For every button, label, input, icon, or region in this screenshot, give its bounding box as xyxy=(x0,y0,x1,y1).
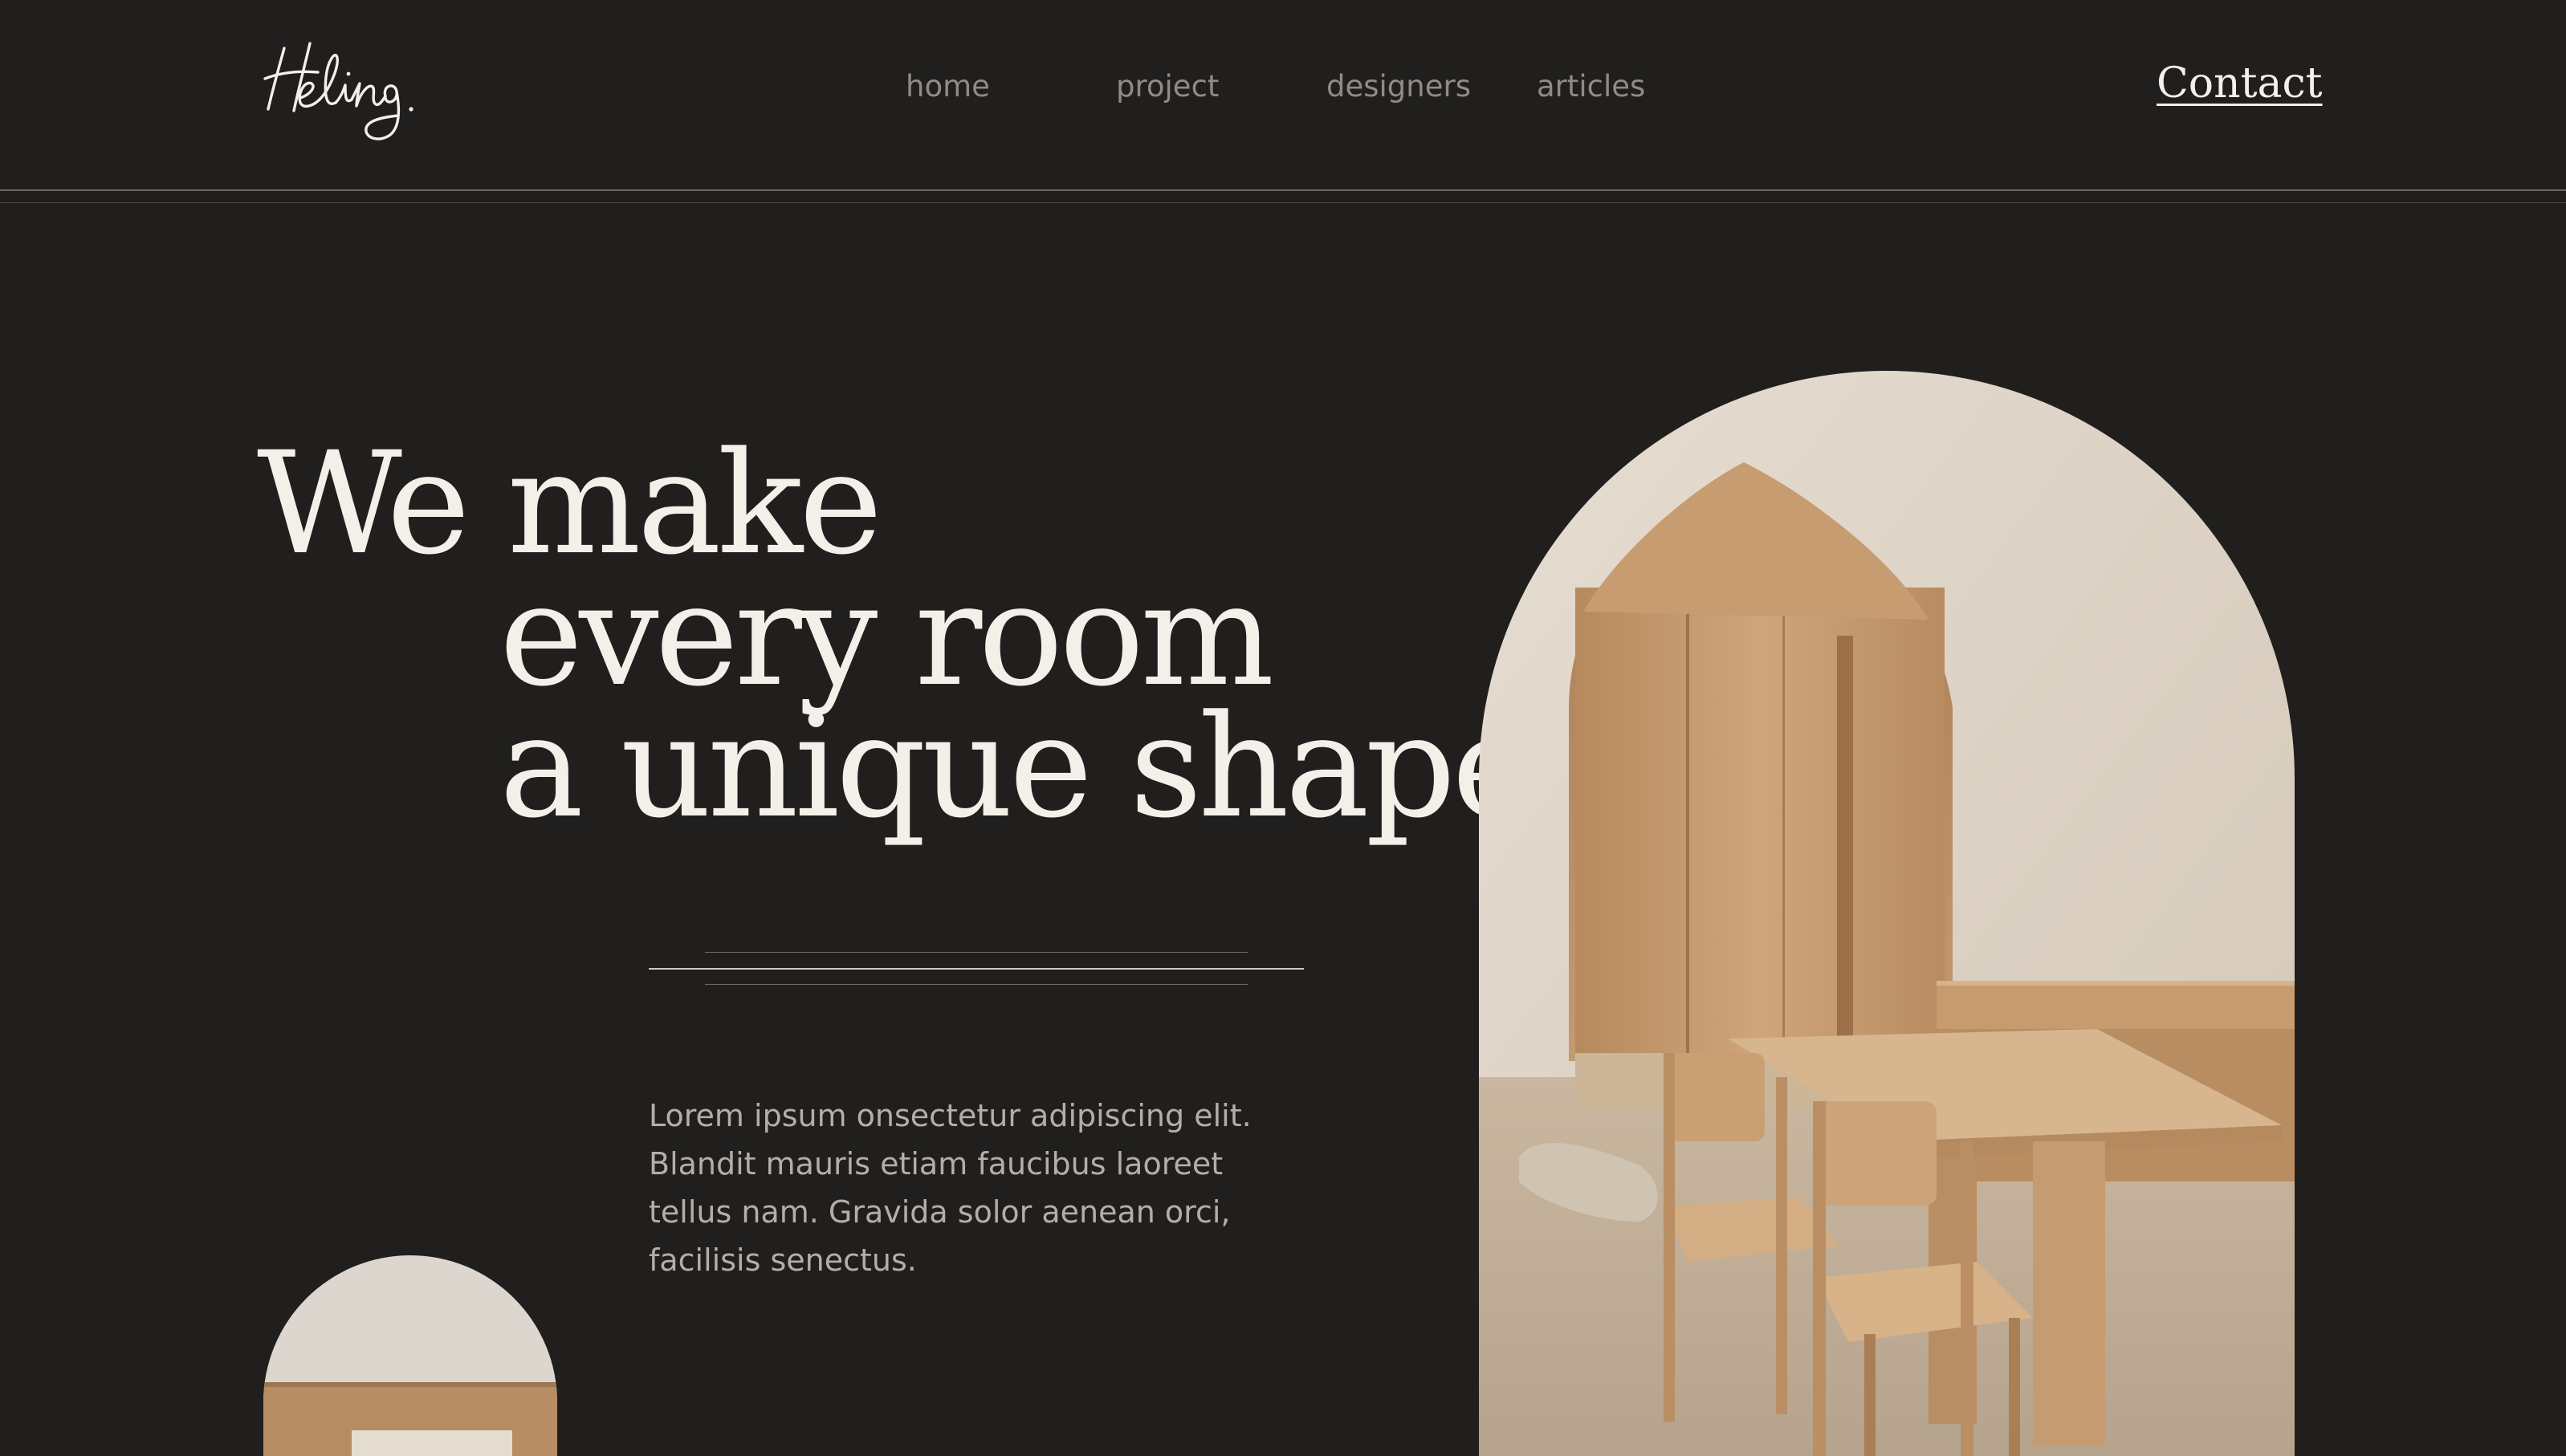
header-divider xyxy=(0,189,2566,191)
secondary-room-image xyxy=(263,1255,557,1456)
hero-description: Lorem ipsum onsectetur adipiscing elit. … xyxy=(649,1098,1252,1278)
nav-link-project[interactable]: project xyxy=(1116,69,1219,104)
landing-page: home project designers articles Contact … xyxy=(0,0,2566,1456)
hero-heading-line-3: a unique shape xyxy=(499,685,1535,849)
nav-link-home[interactable]: home xyxy=(906,69,990,104)
ornament-line-bottom xyxy=(705,984,1248,985)
site-header: home project designers articles Contact xyxy=(0,0,2566,186)
ornament-line-top xyxy=(705,952,1248,953)
nav-link-articles[interactable]: articles xyxy=(1537,69,1645,104)
brand-logo[interactable] xyxy=(262,26,422,146)
ornament-line-middle xyxy=(649,968,1304,970)
nav-link-designers[interactable]: designers xyxy=(1326,69,1471,104)
contact-link[interactable]: Contact xyxy=(2157,59,2323,108)
hero-interior-image xyxy=(1479,371,2295,1456)
header-divider-secondary xyxy=(0,202,2566,203)
